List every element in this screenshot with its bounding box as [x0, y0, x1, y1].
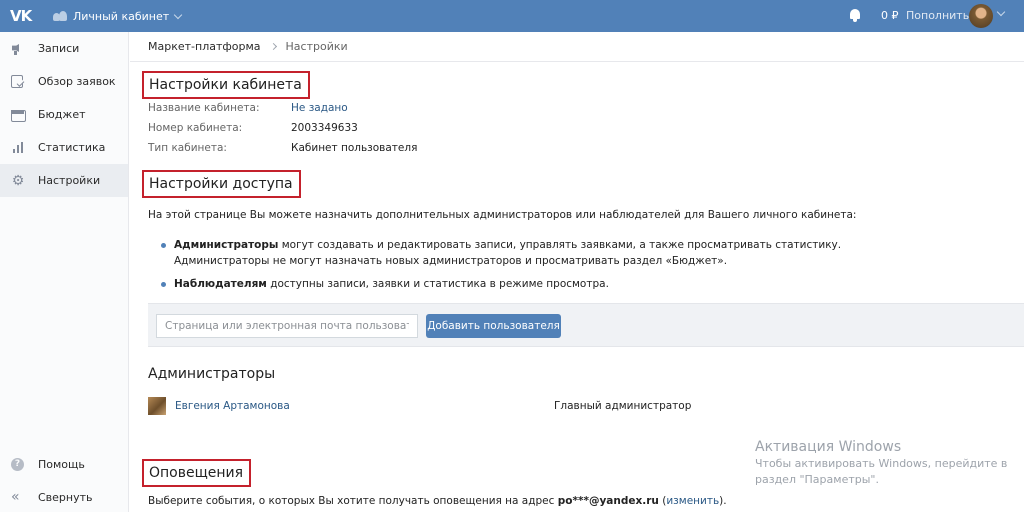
sidebar-item-label: Записи: [38, 42, 80, 55]
cabinet-selector[interactable]: Личный кабинет: [53, 0, 183, 32]
cabinet-name-label: Название кабинета:: [148, 102, 260, 114]
admins-bullet-desc: могут создавать и редактировать записи, …: [278, 239, 842, 251]
notification-email: po***@yandex.ru: [557, 495, 659, 507]
sidebar-collapse[interactable]: « Свернуть: [0, 481, 128, 512]
chevron-down-icon: [173, 10, 183, 19]
watermark-line: Чтобы активировать Windows, перейдите в: [755, 457, 1008, 470]
sidebar-item-orders[interactable]: Обзор заявок: [0, 65, 128, 98]
notifications-title: Оповещения: [142, 459, 252, 487]
cabinet-type-label: Тип кабинета:: [148, 142, 227, 154]
admin-avatar[interactable]: [148, 397, 166, 415]
watermark-line: раздел "Параметры".: [755, 473, 879, 486]
admins-bullet-bold: Администраторы: [174, 239, 279, 251]
checklist-icon: [11, 75, 23, 88]
admins-bullet-line2: Администраторы не могут назначать новых …: [174, 255, 728, 267]
top-bar: VK Личный кабинет 0 ₽ Пополнить: [0, 0, 1024, 32]
sidebar-item-statistics[interactable]: Статистика: [0, 131, 128, 164]
access-description: На этой странице Вы можете назначить доп…: [148, 209, 857, 221]
access-settings-title: Настройки доступа: [142, 170, 301, 198]
breadcrumb-parent[interactable]: Маркет-платформа: [148, 40, 261, 53]
sidebar-item-label: Свернуть: [38, 491, 93, 504]
notifications-description: Выберите события, о которых Вы хотите по…: [148, 495, 727, 507]
sidebar-item-settings[interactable]: ⚙ Настройки: [0, 164, 128, 197]
cabinet-type-value: Кабинет пользователя: [291, 142, 418, 154]
observers-bullet-text: Наблюдателям доступны записи, заявки и с…: [174, 276, 609, 292]
add-user-panel: Добавить пользователя: [148, 303, 1024, 347]
watermark-title: Активация Windows: [755, 439, 902, 455]
sidebar-item-budget[interactable]: Бюджет: [0, 98, 128, 131]
cabinet-number-value: 2003349633: [291, 122, 358, 134]
sidebar: Записи Обзор заявок Бюджет Статистика ⚙ …: [0, 32, 129, 512]
cabinet-settings-title: Настройки кабинета: [142, 71, 310, 99]
observers-bullet-desc: доступны записи, заявки и статистика в р…: [266, 278, 609, 290]
change-email-link[interactable]: изменить: [666, 495, 719, 507]
admins-bullet-text: Администраторы могут создавать и редакти…: [174, 237, 841, 269]
bell-icon[interactable]: [849, 8, 861, 22]
chevron-right-icon: [269, 42, 277, 51]
sidebar-item-label: Обзор заявок: [38, 75, 116, 88]
sidebar-item-label: Настройки: [38, 174, 101, 187]
paren-close: ).: [719, 495, 727, 507]
gear-icon: ⚙: [11, 173, 25, 189]
bullet-dot: [161, 282, 166, 287]
user-search-input[interactable]: [156, 314, 418, 338]
wallet-icon: [11, 108, 26, 122]
admin-role: Главный администратор: [554, 400, 692, 412]
admins-title: Администраторы: [148, 366, 276, 382]
bar-chart-icon: [11, 141, 25, 155]
breadcrumb-current: Настройки: [285, 40, 348, 53]
help-icon: ?: [11, 458, 24, 471]
windows-activation-watermark: Активация Windows Чтобы активировать Win…: [755, 438, 1007, 488]
add-user-button[interactable]: Добавить пользователя: [426, 314, 561, 338]
breadcrumb: Маркет-платформа Настройки: [130, 32, 1024, 62]
sidebar-item-label: Статистика: [38, 141, 106, 154]
cabinet-name-value[interactable]: Не задано: [291, 102, 348, 114]
notifications-text: Выберите события, о которых Вы хотите по…: [148, 495, 558, 507]
bullet-dot: [161, 243, 166, 248]
megaphone-icon: [11, 42, 25, 56]
sidebar-item-label: Бюджет: [38, 108, 86, 121]
sidebar-item-help[interactable]: ? Помощь: [0, 448, 128, 481]
double-chevron-left-icon: «: [11, 489, 20, 505]
sidebar-item-posts[interactable]: Записи: [0, 32, 128, 65]
people-icon: [53, 11, 67, 21]
cabinet-number-label: Номер кабинета:: [148, 122, 243, 134]
balance: 0 ₽: [881, 9, 899, 22]
avatar[interactable]: [969, 4, 993, 28]
vk-logo[interactable]: VK: [10, 7, 32, 25]
sidebar-item-label: Помощь: [38, 458, 85, 471]
cabinet-selector-label: Личный кабинет: [73, 9, 170, 23]
topup-link[interactable]: Пополнить: [906, 0, 969, 32]
admin-name-link[interactable]: Евгения Артамонова: [175, 400, 290, 412]
profile-chevron-down-icon[interactable]: [996, 7, 1006, 17]
observers-bullet-bold: Наблюдателям: [174, 278, 267, 290]
